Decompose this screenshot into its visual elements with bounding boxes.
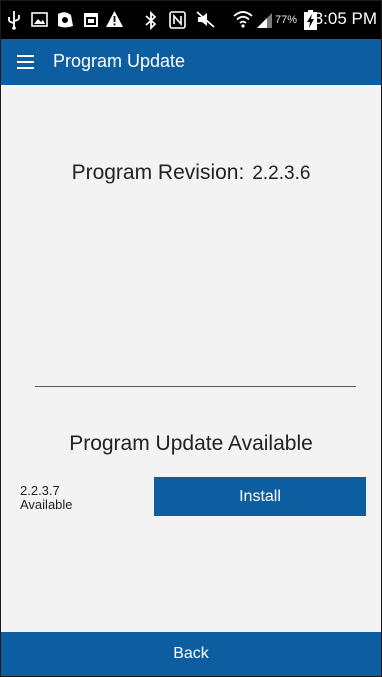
status-bar: 77% 3:05 PM <box>1 1 381 39</box>
revision-value: 2.2.3.6 <box>252 163 311 184</box>
battery-percent: 77% <box>275 14 298 26</box>
available-version-status: Available <box>20 497 73 512</box>
program-revision: Program Revision: 2.2.3.6 <box>1 161 381 185</box>
calendar-icon <box>84 13 98 27</box>
update-heading: Program Update Available <box>69 432 313 455</box>
status-time: 3:05 PM <box>313 9 377 28</box>
back-button[interactable]: Back <box>1 632 381 676</box>
nfc-icon <box>169 11 186 29</box>
revision-label: Program Revision: <box>71 161 245 184</box>
available-version: 2.2.3.7 Available <box>20 484 73 512</box>
app-icon <box>58 12 73 28</box>
divider <box>35 386 356 387</box>
available-version-number: 2.2.3.7 <box>20 483 60 498</box>
image-icon <box>31 12 48 27</box>
bluetooth-icon <box>145 11 157 30</box>
mute-icon <box>196 11 215 28</box>
app-screen: 77% 3:05 PM Program Update Program Revis… <box>0 0 382 677</box>
signal-icon <box>257 13 272 28</box>
warning-icon <box>106 11 123 27</box>
wifi-icon <box>233 11 253 28</box>
app-bar: Program Update <box>1 39 381 85</box>
hamburger-menu-icon[interactable] <box>17 55 34 69</box>
usb-icon <box>8 11 20 30</box>
page-title: Program Update <box>53 51 186 71</box>
install-button[interactable]: Install <box>154 477 366 516</box>
